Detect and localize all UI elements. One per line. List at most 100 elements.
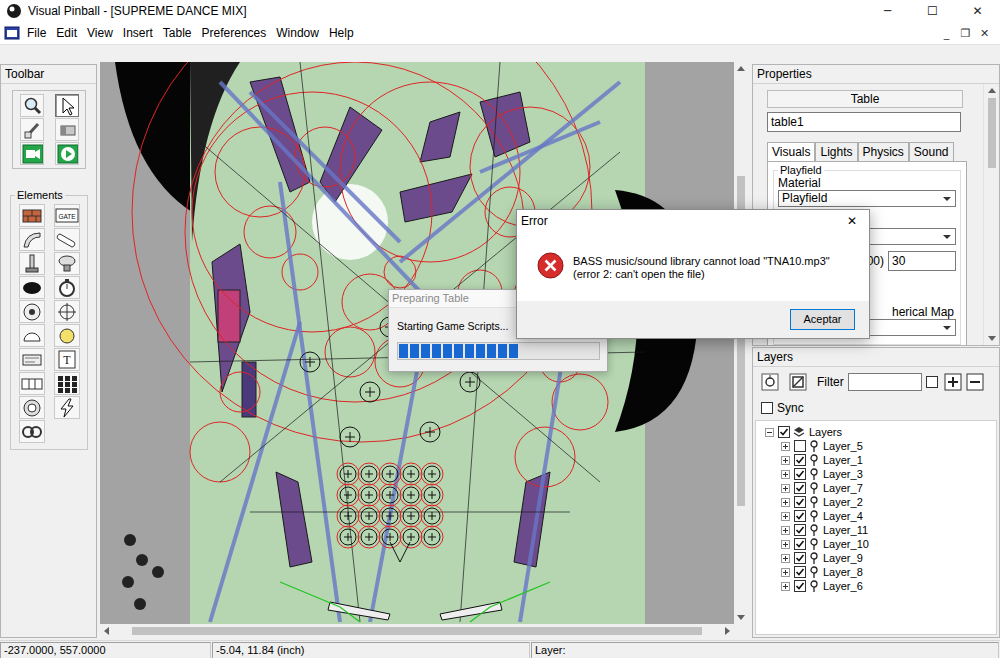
property-row-field[interactable]: 30 [888, 251, 956, 271]
tree-expander[interactable] [781, 442, 790, 451]
tree-expander[interactable] [781, 456, 790, 465]
scroll-down-arrow[interactable] [737, 615, 745, 620]
layer-checkbox[interactable] [794, 482, 806, 494]
flasher-tool-button[interactable] [54, 396, 80, 419]
plunger-tool-button[interactable] [19, 252, 45, 275]
flipper-tool-button[interactable] [54, 228, 80, 251]
layer-checkbox[interactable] [794, 538, 806, 550]
layer-checkbox[interactable] [794, 440, 806, 452]
filter-input[interactable] [848, 373, 922, 391]
layer-tree-item[interactable]: Layer_8 [756, 565, 996, 579]
layer-tree-item[interactable]: Layer_1 [756, 453, 996, 467]
add-layer-icon[interactable] [944, 373, 962, 391]
edit-button[interactable] [20, 118, 44, 141]
layer-tree-item[interactable]: Layer_10 [756, 537, 996, 551]
assign-layer-icon[interactable] [761, 373, 779, 391]
vertical-scrollbar[interactable] [734, 62, 748, 624]
layer-checkbox[interactable] [794, 496, 806, 508]
trigger-tool-button[interactable] [19, 324, 45, 347]
menu-item[interactable]: File [22, 22, 51, 44]
layer-checkbox[interactable] [794, 580, 806, 592]
menu-item[interactable]: Help [324, 22, 359, 44]
tree-expander[interactable] [781, 512, 790, 521]
sync-checkbox[interactable] [761, 402, 773, 414]
lightseq-tool-button[interactable] [54, 372, 80, 395]
properties-scrollbar[interactable] [983, 84, 999, 345]
play-button[interactable] [55, 142, 79, 165]
tree-expander[interactable] [781, 498, 790, 507]
target-tool-button[interactable] [54, 300, 80, 323]
close-button[interactable]: ✕ [955, 0, 1000, 22]
record-button[interactable] [20, 142, 44, 165]
bumper-tool-button[interactable] [19, 300, 45, 323]
tree-expander[interactable] [781, 526, 790, 535]
property-tab[interactable]: Visuals [767, 142, 815, 161]
layer-tree-item[interactable]: Layer_7 [756, 481, 996, 495]
horizontal-scrollbar[interactable] [100, 624, 734, 638]
layer-checkbox[interactable] [794, 454, 806, 466]
tree-expander[interactable] [765, 428, 774, 437]
menu-item[interactable]: Insert [118, 22, 158, 44]
layer-checkbox[interactable] [794, 524, 806, 536]
property-tab[interactable]: Sound [909, 142, 954, 161]
layer-tree-item[interactable]: Layer_5 [756, 439, 996, 453]
decal-tool-button[interactable] [19, 348, 45, 371]
light-tool-button[interactable] [54, 324, 80, 347]
layer-tree-item[interactable]: Layer_2 [756, 495, 996, 509]
wall-tool-button[interactable] [19, 204, 45, 227]
scroll-thumb[interactable] [988, 98, 996, 168]
tree-expander[interactable] [781, 484, 790, 493]
name-field[interactable]: table1 [767, 112, 961, 132]
dispreel-tool-button[interactable] [19, 372, 45, 395]
select-button[interactable] [55, 94, 79, 117]
timer-tool-button[interactable] [54, 276, 80, 299]
layer-checkbox[interactable] [794, 552, 806, 564]
minimize-button[interactable]: ─ [865, 0, 910, 22]
mdi-close-button[interactable]: ✕ [975, 27, 994, 40]
menu-item[interactable]: Window [271, 22, 324, 44]
toggle-layer-icon[interactable] [789, 373, 807, 391]
accept-button[interactable]: Aceptar [790, 309, 855, 330]
layer-checkbox[interactable] [794, 566, 806, 578]
layer-tree-item[interactable]: Layer_11 [756, 523, 996, 537]
remove-layer-icon[interactable] [966, 373, 984, 391]
tree-expander[interactable] [781, 582, 790, 591]
ramp-tool-button[interactable] [19, 228, 45, 251]
tree-expander[interactable] [781, 470, 790, 479]
layer-tree-item[interactable]: Layer_9 [756, 551, 996, 565]
layer-tree-item[interactable]: Layer_6 [756, 579, 996, 593]
filter-checkbox[interactable] [926, 376, 938, 388]
maximize-button[interactable]: ☐ [910, 0, 955, 22]
primitive-tool-button[interactable] [19, 396, 45, 419]
layer-checkbox[interactable] [794, 468, 806, 480]
tree-expander[interactable] [781, 554, 790, 563]
property-tab[interactable]: Physics [858, 142, 909, 161]
scroll-thumb[interactable] [132, 627, 702, 635]
tree-expander[interactable] [781, 568, 790, 577]
menu-item[interactable]: Edit [51, 22, 82, 44]
kicker-tool-button[interactable] [19, 276, 45, 299]
bumper-cap-tool-button[interactable] [54, 252, 80, 275]
gate-tool-button[interactable]: GATE [54, 204, 80, 227]
eraser-button[interactable] [55, 118, 79, 141]
textbox-tool-button[interactable]: T [54, 348, 80, 371]
scroll-left-arrow[interactable] [104, 627, 109, 635]
error-close-button[interactable]: ✕ [835, 214, 869, 228]
mdi-restore-button[interactable]: ❐ [956, 27, 975, 40]
scroll-up-arrow[interactable] [988, 88, 996, 93]
scroll-up-arrow[interactable] [737, 66, 745, 71]
material-select[interactable]: Playfield [778, 190, 956, 207]
magnify-button[interactable] [20, 94, 44, 117]
layer-tree-item[interactable]: Layer_4 [756, 509, 996, 523]
layer-checkbox[interactable] [778, 426, 790, 438]
scroll-down-arrow[interactable] [988, 336, 996, 341]
property-tab[interactable]: Lights [815, 142, 857, 161]
menu-item[interactable]: Table [158, 22, 197, 44]
layer-tree-item[interactable]: Layer_3 [756, 467, 996, 481]
layer-tree-root[interactable]: Layers [756, 425, 996, 439]
scroll-right-arrow[interactable] [725, 627, 730, 635]
mdi-minimize-button[interactable]: _ [937, 27, 956, 40]
menu-item[interactable]: Preferences [197, 22, 272, 44]
menu-item[interactable]: View [82, 22, 118, 44]
layer-checkbox[interactable] [794, 510, 806, 522]
